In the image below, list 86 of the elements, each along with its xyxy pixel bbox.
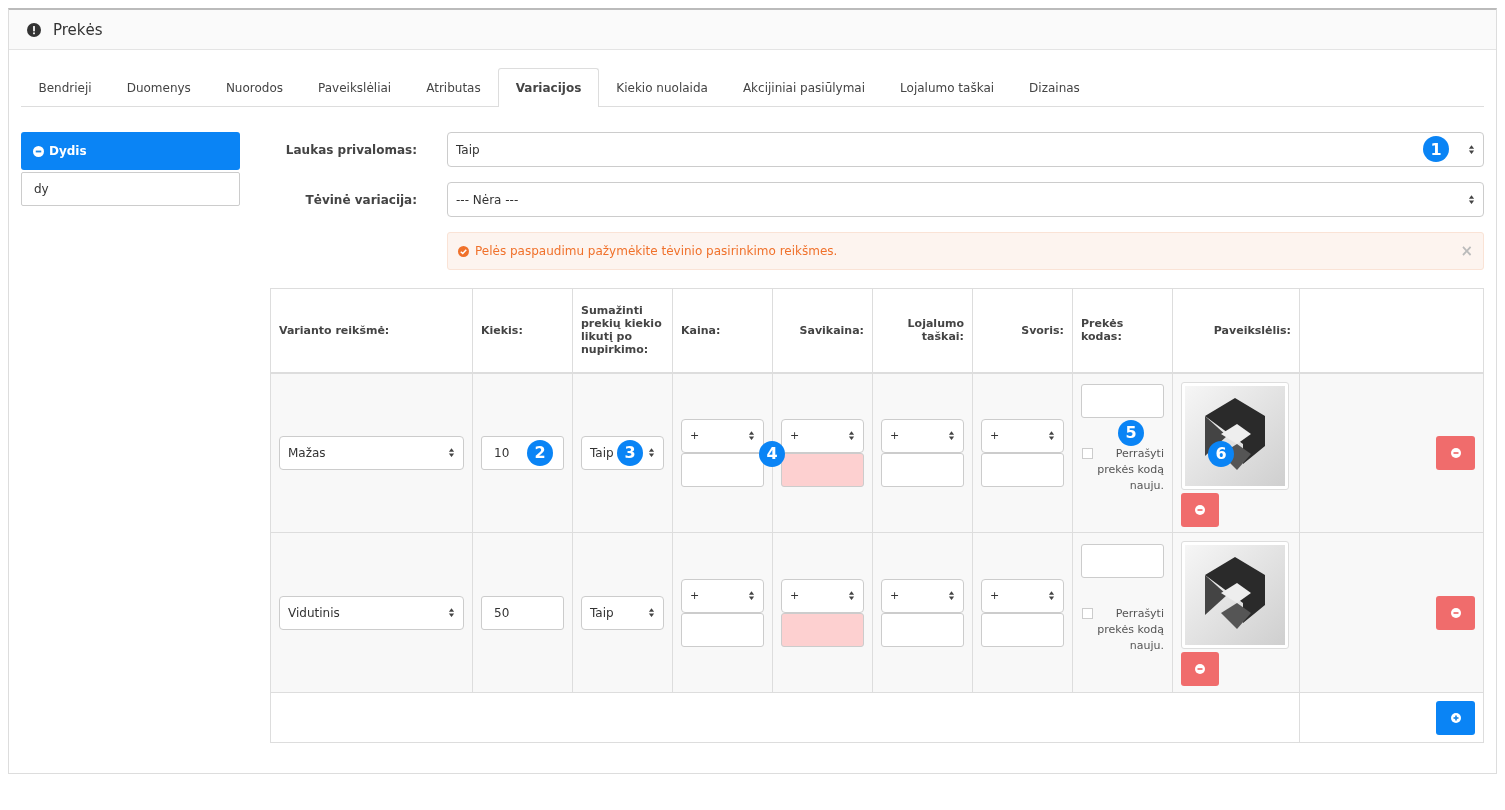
code-field[interactable] (1081, 543, 1164, 578)
panel-title: Prekės (53, 20, 103, 39)
remove-button[interactable] (1181, 652, 1219, 686)
tab[interactable]: Kiekio nuolaida (598, 68, 726, 106)
field-label: Laukas privalomas: (284, 142, 418, 157)
tab[interactable]: Bendrieji (21, 68, 110, 106)
amount-field[interactable] (681, 612, 764, 647)
select-field[interactable]: Vidutinis (279, 595, 464, 630)
code-field[interactable] (1081, 383, 1164, 418)
callout-badge: 1 (1423, 136, 1449, 162)
updown-icon (1468, 144, 1475, 155)
checkbox[interactable] (1082, 447, 1093, 459)
minus-icon (1195, 504, 1205, 515)
amount-field[interactable] (881, 612, 964, 647)
updown-icon (648, 447, 655, 459)
quantity-field[interactable]: 50 (481, 595, 564, 630)
column-header: Paveikslėlis: (1213, 323, 1291, 337)
prefix-select[interactable]: + (681, 418, 764, 453)
prefix-select[interactable]: + (781, 418, 864, 453)
add-button[interactable] (1436, 700, 1475, 735)
minus-icon (1450, 447, 1461, 458)
column-header: Sumažinti prekių kiekio likutį po nupirkimo: (581, 304, 662, 357)
callout-badge: 3 (617, 439, 643, 466)
minus-icon (33, 145, 44, 157)
remove-button[interactable] (1436, 595, 1475, 630)
column-header: Svoris: (1021, 323, 1064, 337)
updown-icon (448, 447, 455, 459)
minus-icon (1195, 664, 1205, 674)
field-label: Tėvinė variacija: (304, 192, 418, 207)
select-field[interactable]: Taip (581, 595, 664, 630)
amount-field[interactable] (981, 612, 1064, 647)
callout-badge: 5 (1118, 419, 1144, 446)
search-field[interactable]: dy (21, 172, 240, 206)
amount-field[interactable] (981, 452, 1064, 487)
exclamation-icon (27, 22, 41, 37)
minus-icon (1450, 607, 1461, 618)
prefix-select[interactable]: + (681, 578, 764, 613)
column-header: Lojalumo taškai: (907, 317, 964, 344)
updown-icon (948, 590, 955, 601)
tab[interactable]: Nuorodos (208, 68, 301, 106)
prefix-select[interactable]: + (781, 578, 864, 613)
amount-field[interactable] (881, 452, 964, 487)
select-field[interactable]: Taip 1 (447, 132, 1484, 167)
alert-text: Pelės paspaudimu pažymėkite tėvinio pasirinkimo reikšmes. (475, 244, 839, 258)
tab[interactable]: Variacijos (498, 68, 599, 107)
updown-icon (748, 590, 755, 601)
remove-button[interactable] (1181, 492, 1219, 527)
updown-icon (848, 430, 855, 442)
updown-icon (448, 607, 455, 618)
column-header: Kiekis: (481, 323, 523, 337)
plus-icon (1450, 712, 1461, 723)
select-field[interactable]: Mažas (279, 435, 464, 470)
column-header: Prekės kodas: (1081, 317, 1124, 344)
checkbox-label[interactable]: Perrašyti prekės kodą nauju. (1096, 445, 1164, 494)
quantity-field[interactable]: 10 2 (481, 435, 564, 470)
prefix-select[interactable]: + (981, 578, 1064, 613)
check-circle-icon (458, 245, 469, 257)
tab[interactable]: Duomenys (109, 68, 209, 106)
select-field[interactable]: Taip 3 (581, 435, 664, 470)
callout-badge: 2 (527, 439, 553, 466)
select-field[interactable]: --- Nėra --- (447, 182, 1484, 217)
prefix-select[interactable]: + (881, 578, 964, 613)
amount-field[interactable] (781, 452, 864, 487)
tab[interactable]: Atributas (408, 68, 499, 106)
tab[interactable]: Paveikslėliai (300, 68, 409, 106)
column-header: Savikaina: (799, 323, 864, 337)
sidebar-item[interactable]: Dydis (21, 132, 240, 170)
checkbox[interactable] (1082, 607, 1093, 619)
prefix-select[interactable]: + (981, 418, 1064, 453)
remove-button[interactable] (1436, 435, 1475, 470)
amount-field[interactable] (781, 612, 864, 647)
column-header: Kaina: (681, 323, 721, 337)
tab[interactable]: Lojalumo taškai (882, 68, 1012, 106)
image-thumbnail[interactable]: 6 (1181, 381, 1289, 490)
updown-icon (848, 590, 855, 601)
updown-icon (748, 430, 755, 442)
updown-icon (1048, 430, 1055, 442)
tab[interactable]: Akcijiniai pasiūlymai (725, 68, 883, 106)
column-header: Varianto reikšmė: (279, 323, 390, 337)
updown-icon (1468, 194, 1475, 205)
tab[interactable]: Dizainas (1011, 68, 1098, 106)
updown-icon (948, 430, 955, 442)
amount-field[interactable] (681, 452, 764, 487)
prefix-select[interactable]: + (881, 418, 964, 453)
updown-icon (1048, 590, 1055, 601)
updown-icon (648, 607, 655, 618)
